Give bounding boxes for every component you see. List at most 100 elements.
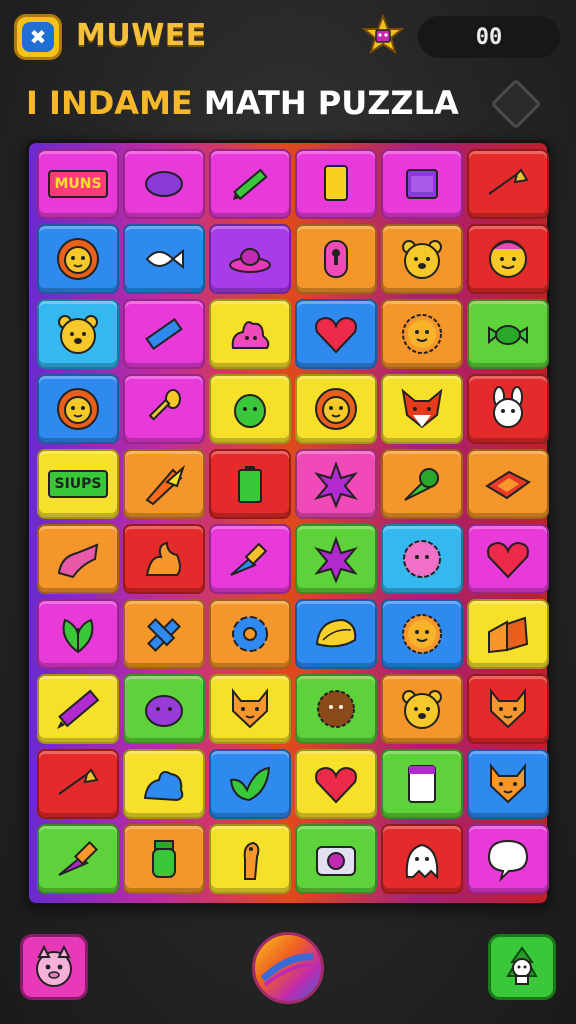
tile-r9-c3[interactable]	[209, 749, 291, 819]
gear-icon	[232, 616, 268, 652]
menu-logo-button[interactable]: ✖	[14, 14, 62, 60]
tile-r10-c5[interactable]	[381, 824, 463, 894]
tile-r7-c4[interactable]	[295, 599, 377, 669]
tile-r4-c4[interactable]	[295, 374, 377, 444]
shell-icon	[315, 618, 357, 648]
tile-r9-c4[interactable]	[295, 749, 377, 819]
tile-r10-c3[interactable]	[209, 824, 291, 894]
battery-icon	[238, 466, 262, 503]
purple-blob-icon	[145, 695, 183, 727]
tile-r1-c2[interactable]	[123, 149, 205, 219]
tile-r4-c5[interactable]	[381, 374, 463, 444]
tile-label-text: MUNS	[48, 170, 108, 198]
swirl-icon	[145, 541, 181, 576]
tile-r6-c2[interactable]	[123, 524, 205, 594]
tile-r3-c4[interactable]	[295, 299, 377, 369]
bottom-bar	[0, 920, 576, 1024]
camera-icon	[316, 846, 356, 876]
tile-r10-c1[interactable]	[37, 824, 119, 894]
pig-face-button[interactable]	[20, 934, 88, 1000]
speech-bubble-icon	[487, 839, 529, 883]
tile-label-text: SIUPS	[48, 470, 108, 498]
tile-r5-c4[interactable]	[295, 449, 377, 519]
tile-r8-c3[interactable]	[209, 674, 291, 744]
tile-r3-c2[interactable]	[123, 299, 205, 369]
crayon-icon	[57, 689, 100, 729]
tile-r5-c3[interactable]	[209, 449, 291, 519]
giraffe-icon	[243, 841, 260, 880]
leaf-icon	[62, 618, 94, 654]
tile-r4-c6[interactable]	[467, 374, 549, 444]
fish-icon	[145, 248, 184, 270]
tile-r4-c3[interactable]	[209, 374, 291, 444]
pig-face-icon	[36, 945, 72, 987]
tile-r9-c1[interactable]	[37, 749, 119, 819]
box-icon	[406, 169, 438, 199]
tile-r2-c5[interactable]	[381, 224, 463, 294]
keyhole-icon	[324, 240, 348, 278]
tile-r4-c2[interactable]	[123, 374, 205, 444]
tile-r1-c3[interactable]	[209, 149, 291, 219]
tile-r1-c1[interactable]: MUNS	[37, 149, 119, 219]
paintbrush-icon	[230, 542, 268, 576]
tile-r1-c5[interactable]	[381, 149, 463, 219]
bear-face-icon	[402, 690, 442, 729]
tile-r7-c3[interactable]	[209, 599, 291, 669]
ghost-icon	[405, 843, 439, 880]
tile-r5-c6[interactable]	[467, 449, 549, 519]
character-icon	[506, 946, 538, 985]
achievement-star-icon[interactable]	[361, 13, 405, 56]
hedgehog-icon	[317, 690, 355, 728]
tile-r2-c1[interactable]	[37, 224, 119, 294]
tile-r7-c6[interactable]	[467, 599, 549, 669]
tile-r2-c6[interactable]	[467, 224, 549, 294]
character-button[interactable]	[488, 934, 556, 1000]
tile-r2-c2[interactable]	[123, 224, 205, 294]
tile-r9-c6[interactable]	[467, 749, 549, 819]
tile-r5-c5[interactable]	[381, 449, 463, 519]
tile-r1-c6[interactable]	[467, 149, 549, 219]
tile-r3-c1[interactable]	[37, 299, 119, 369]
tile-r8-c4[interactable]	[295, 674, 377, 744]
arrow-icon	[58, 768, 99, 795]
tile-r6-c5[interactable]	[381, 524, 463, 594]
tile-grid: MUNS SIUPS	[37, 149, 553, 897]
game-board: MUNS SIUPS	[26, 140, 550, 906]
tile-r5-c1[interactable]: SIUPS	[37, 449, 119, 519]
tile-r7-c1[interactable]	[37, 599, 119, 669]
spin-ball-button[interactable]	[252, 932, 324, 1004]
bear-face-icon	[58, 315, 98, 354]
blue-blob-icon	[143, 771, 184, 802]
tile-r9-c2[interactable]	[123, 749, 205, 819]
arrow-icon	[488, 168, 529, 195]
cat-face-icon	[490, 688, 526, 729]
tile-r1-c4[interactable]	[295, 149, 377, 219]
tile-r8-c6[interactable]	[467, 674, 549, 744]
tile-r3-c6[interactable]	[467, 299, 549, 369]
tile-r8-c1[interactable]	[37, 674, 119, 744]
tile-r8-c5[interactable]	[381, 674, 463, 744]
tile-r10-c2[interactable]	[123, 824, 205, 894]
tile-r7-c5[interactable]	[381, 599, 463, 669]
yellow-card-icon	[324, 165, 348, 201]
tile-r6-c6[interactable]	[467, 524, 549, 594]
lion-face-icon	[57, 388, 99, 430]
tile-r7-c2[interactable]	[123, 599, 205, 669]
logo-icon: ✖	[22, 22, 54, 52]
tile-r2-c3[interactable]	[209, 224, 291, 294]
tile-r8-c2[interactable]	[123, 674, 205, 744]
tile-r2-c4[interactable]	[295, 224, 377, 294]
tile-r5-c2[interactable]	[123, 449, 205, 519]
tile-r4-c1[interactable]	[37, 374, 119, 444]
tile-r6-c4[interactable]	[295, 524, 377, 594]
tile-r10-c6[interactable]	[467, 824, 549, 894]
cat-face-icon	[490, 763, 526, 804]
tile-r10-c4[interactable]	[295, 824, 377, 894]
options-diamond-button[interactable]	[490, 78, 542, 130]
tile-r9-c5[interactable]	[381, 749, 463, 819]
tile-r6-c3[interactable]	[209, 524, 291, 594]
tile-r3-c5[interactable]	[381, 299, 463, 369]
tile-r3-c3[interactable]	[209, 299, 291, 369]
diamond-icon	[485, 470, 531, 500]
tile-r6-c1[interactable]	[37, 524, 119, 594]
